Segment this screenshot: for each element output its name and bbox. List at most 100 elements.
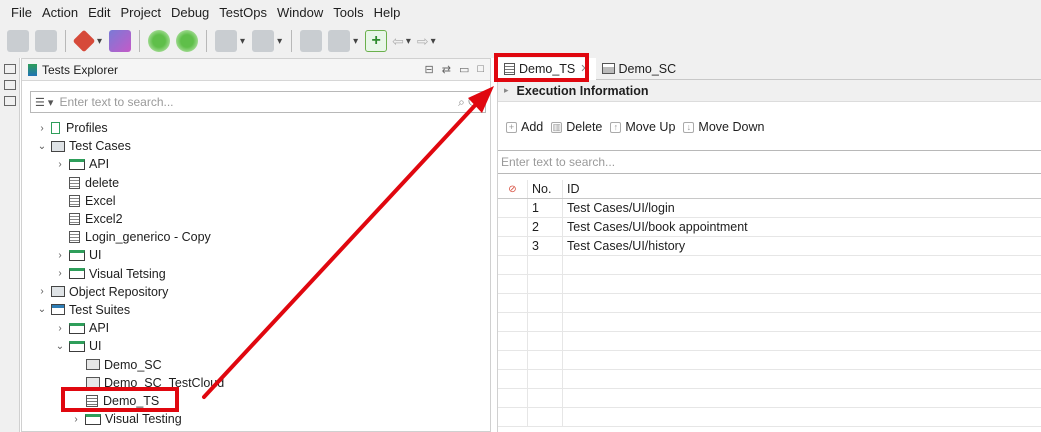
table-row[interactable]: 3 Test Cases/UI/history xyxy=(498,237,1041,256)
chevron-right-icon[interactable]: › xyxy=(36,286,48,297)
chevron-right-icon[interactable]: › xyxy=(54,159,66,170)
table-row-empty xyxy=(498,313,1041,332)
expand-triangle-icon[interactable]: ▸ xyxy=(504,85,509,96)
back-arrow-icon[interactable]: ⇦ xyxy=(392,33,404,50)
filter-icon[interactable]: ☰ ▾ xyxy=(35,96,53,109)
chevron-down-icon[interactable]: ▾ xyxy=(353,36,358,47)
run-icon[interactable] xyxy=(300,30,323,52)
tree-item-delete[interactable]: delete xyxy=(22,174,490,192)
add-icon[interactable]: + xyxy=(365,30,388,52)
chevron-right-icon[interactable]: › xyxy=(70,414,82,425)
tests-explorer-panel: Tests Explorer ⊟ ⇄ ▭ □ ☰ ▾ ⌕ ⟳ › Profile… xyxy=(21,58,491,432)
chevron-down-icon[interactable]: ⌄ xyxy=(54,341,66,352)
tree-item-label: Excel xyxy=(85,193,116,208)
outline-icon[interactable] xyxy=(3,80,16,90)
menu-window[interactable]: Window xyxy=(272,5,328,20)
menu-debug[interactable]: Debug xyxy=(166,5,214,20)
tree-item-excel[interactable]: Excel xyxy=(22,192,490,210)
row-id: Test Cases/UI/history xyxy=(567,239,686,253)
debug-icon[interactable] xyxy=(328,30,351,52)
git-icon[interactable] xyxy=(72,29,96,53)
move-down-button[interactable]: ↓ Move Down xyxy=(683,120,764,134)
table-row[interactable]: 1 Test Cases/UI/login xyxy=(498,199,1041,218)
collapse-all-icon[interactable]: ⊟ xyxy=(425,63,434,76)
toolbar-separator xyxy=(65,30,66,52)
spy-mobile-icon[interactable] xyxy=(252,30,275,52)
forward-arrow-icon[interactable]: ⇨ xyxy=(417,33,429,50)
tree-item-object-repository[interactable]: › Object Repository xyxy=(22,283,490,301)
maximize-icon[interactable]: □ xyxy=(477,63,484,76)
row-status-cell xyxy=(498,218,528,236)
menu-tools[interactable]: Tools xyxy=(328,5,368,20)
add-icon: + xyxy=(506,121,517,133)
chevron-down-icon[interactable]: ▾ xyxy=(406,36,411,47)
delete-button[interactable]: ▥ Delete xyxy=(551,120,602,134)
tree-item-suites-ui[interactable]: ⌄ UI xyxy=(22,337,490,355)
move-up-button[interactable]: ↑ Move Up xyxy=(610,120,675,134)
menu-testops[interactable]: TestOps xyxy=(214,5,272,20)
table-row-empty xyxy=(498,351,1041,370)
menu-file[interactable]: File xyxy=(6,5,37,20)
chevron-down-icon[interactable]: ▾ xyxy=(431,36,436,47)
table-icon[interactable] xyxy=(3,96,16,106)
record-mobile-icon[interactable] xyxy=(215,30,238,52)
tree-item-demo-sc[interactable]: Demo_SC xyxy=(22,355,490,373)
column-header-no[interactable]: No. xyxy=(528,180,563,198)
column-header-id[interactable]: ID xyxy=(563,182,1041,196)
tree-item-test-cases[interactable]: ⌄ Test Cases xyxy=(22,137,490,155)
view-controls: ⊟ ⇄ ▭ □ xyxy=(425,63,491,76)
tree-item-test-suites[interactable]: ⌄ Test Suites xyxy=(22,301,490,319)
tab-label: Demo_TS xyxy=(519,61,576,76)
delete-icon: ▥ xyxy=(551,121,563,133)
tree-item-visual-tetsing[interactable]: › Visual Tetsing xyxy=(22,265,490,283)
menu-edit[interactable]: Edit xyxy=(83,5,115,20)
chevron-down-icon[interactable]: ▾ xyxy=(277,36,282,47)
tree-item-visual-testing[interactable]: › Visual Testing xyxy=(22,410,490,428)
chevron-down-icon[interactable]: ⌄ xyxy=(36,304,48,315)
tree-item-profiles[interactable]: › Profiles xyxy=(22,119,490,137)
chevron-down-icon[interactable]: ▾ xyxy=(240,36,245,47)
chevron-down-icon[interactable]: ▾ xyxy=(97,36,102,47)
tree-item-label: Object Repository xyxy=(69,284,169,299)
link-editor-icon[interactable]: ⇄ xyxy=(442,63,451,76)
test-case-icon xyxy=(69,231,80,244)
menu-help[interactable]: Help xyxy=(369,5,406,20)
tests-explorer-tab[interactable]: Tests Explorer ⊟ ⇄ ▭ □ xyxy=(22,59,490,81)
chevron-right-icon[interactable]: › xyxy=(54,250,66,261)
minimize-icon[interactable]: ▭ xyxy=(459,63,469,76)
tree-item-demo-sc-testcloud[interactable]: Demo_SC_TestCloud xyxy=(22,374,490,392)
testops-icon[interactable] xyxy=(109,30,132,52)
keyword-browser-icon[interactable] xyxy=(3,64,16,74)
record-web-icon[interactable] xyxy=(148,30,171,52)
execution-information-header[interactable]: ▸ Execution Information xyxy=(498,80,1041,102)
tree-item-excel2[interactable]: Excel2 xyxy=(22,210,490,228)
test-case-icon xyxy=(69,176,80,189)
delete-label: Delete xyxy=(566,120,603,134)
save-icon[interactable] xyxy=(7,30,29,52)
menu-action[interactable]: Action xyxy=(37,5,83,20)
search-icon[interactable]: ⌕ ⟳ xyxy=(458,95,485,110)
menu-project[interactable]: Project xyxy=(116,5,166,20)
tree-item-demo-ts[interactable]: Demo_TS xyxy=(22,392,490,410)
test-case-search-input[interactable] xyxy=(498,151,1041,173)
tab-demo-sc[interactable]: Demo_SC xyxy=(596,58,683,80)
chevron-down-icon[interactable]: ⌄ xyxy=(36,141,48,152)
tree-item-login-generico-copy[interactable]: Login_generico - Copy xyxy=(22,228,490,246)
table-header: ⊘ No. ID xyxy=(498,180,1041,199)
table-row[interactable]: 2 Test Cases/UI/book appointment xyxy=(498,218,1041,237)
tree-item-label: Test Suites xyxy=(69,302,131,317)
tab-demo-ts[interactable]: Demo_TS ✕ xyxy=(498,57,596,80)
row-no: 2 xyxy=(528,218,563,236)
chevron-right-icon[interactable]: › xyxy=(54,268,66,279)
spy-web-icon[interactable] xyxy=(176,30,199,52)
save-all-icon[interactable] xyxy=(35,30,57,52)
tree-item-ui[interactable]: › UI xyxy=(22,246,490,264)
explorer-search-input[interactable] xyxy=(59,95,459,109)
editor-panel: Demo_TS ✕ Demo_SC ▸ Execution Informatio… xyxy=(497,57,1041,432)
tree-item-suites-api[interactable]: › API xyxy=(22,319,490,337)
chevron-right-icon[interactable]: › xyxy=(54,323,66,334)
close-icon[interactable]: ✕ xyxy=(580,62,589,75)
add-button[interactable]: + Add xyxy=(506,120,543,134)
chevron-right-icon[interactable]: › xyxy=(36,123,48,134)
tree-item-api[interactable]: › API xyxy=(22,155,490,173)
